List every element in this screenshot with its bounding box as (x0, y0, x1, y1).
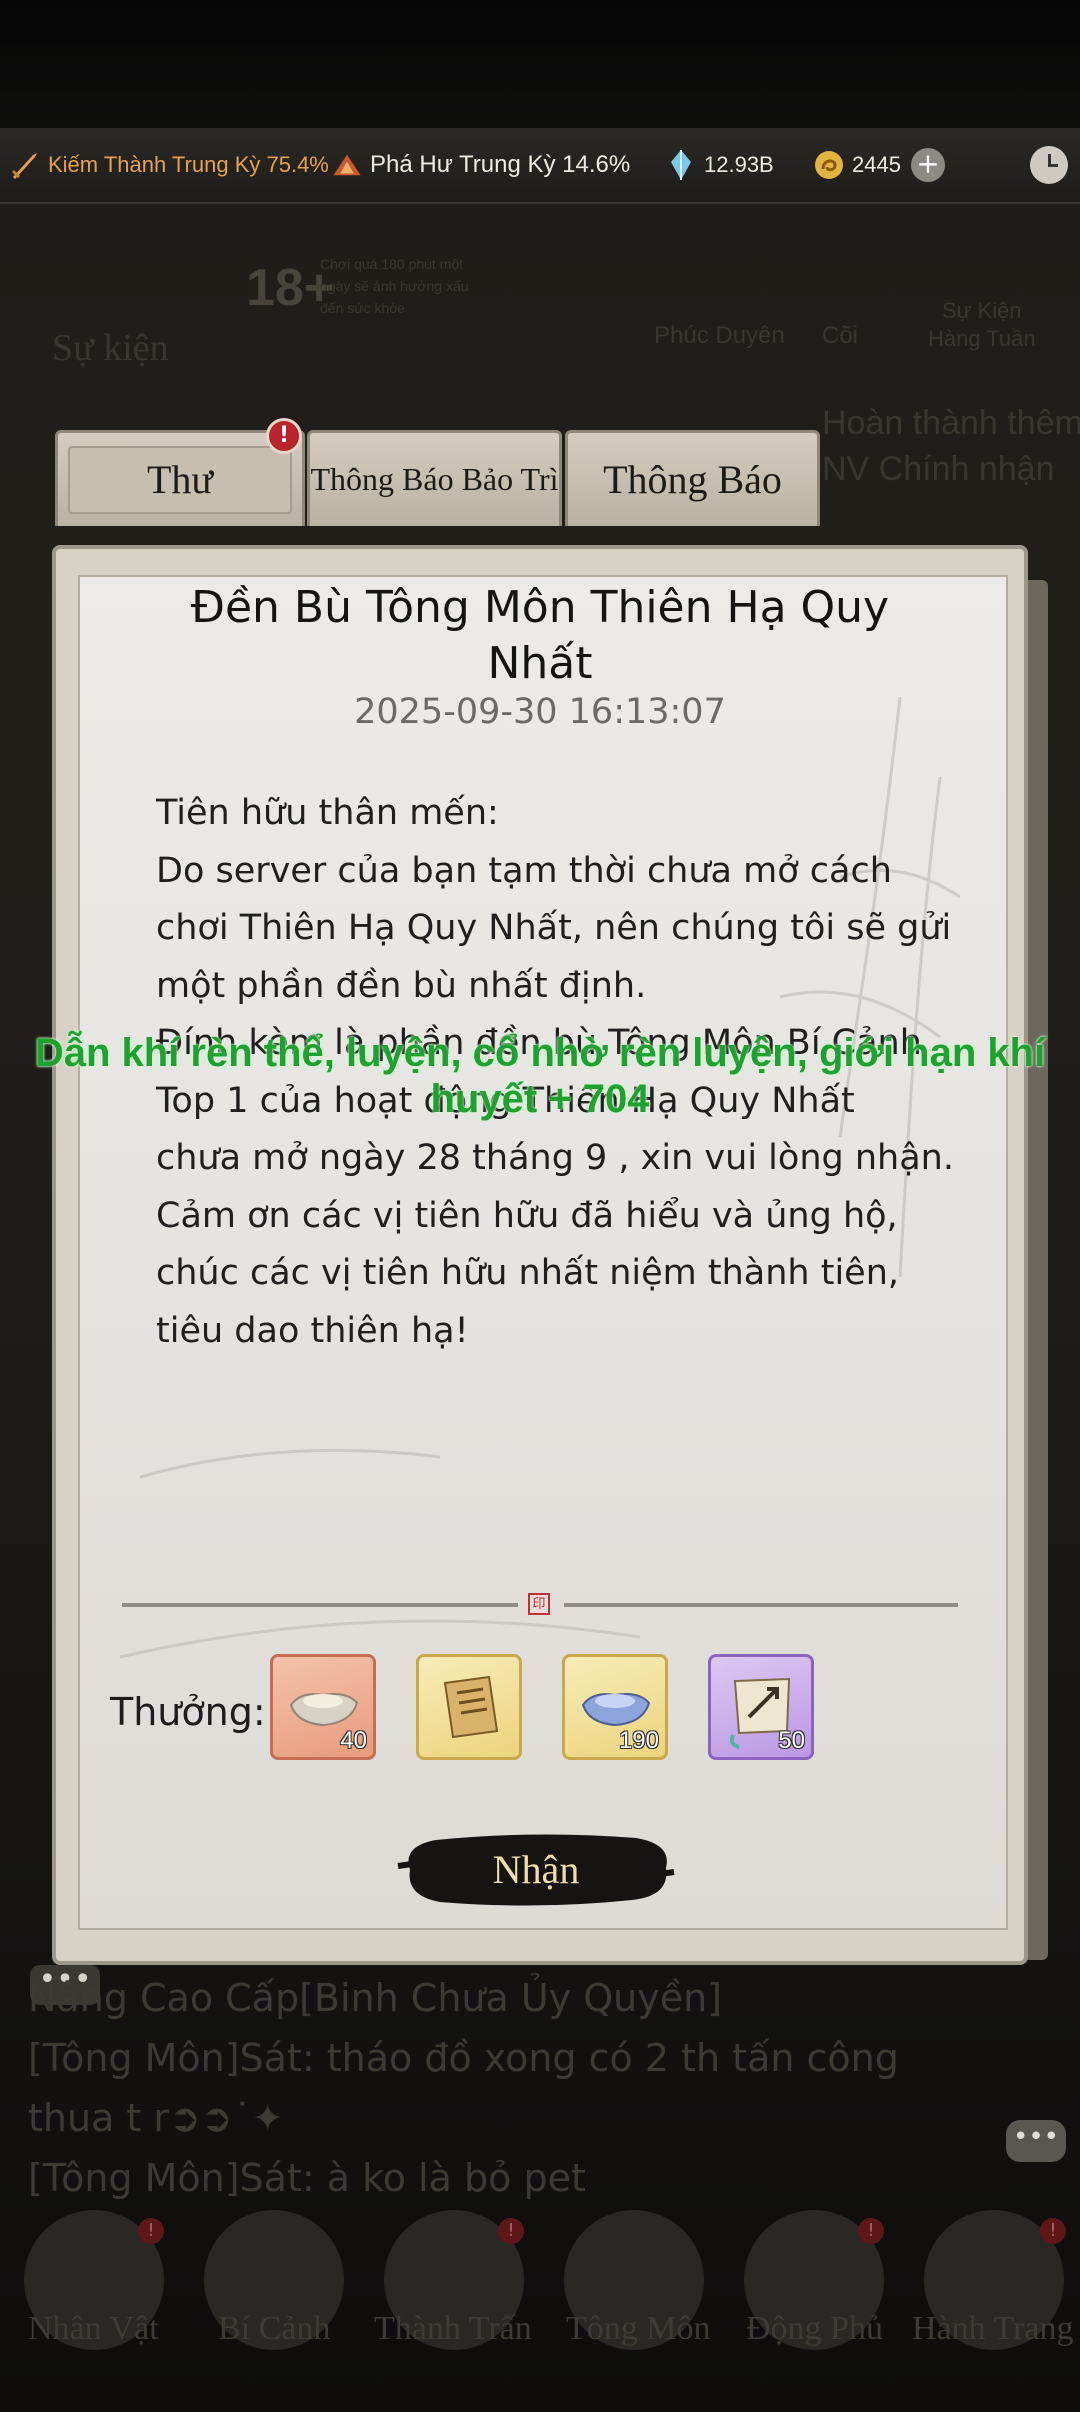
seal-icon: 印 (528, 1593, 550, 1615)
mail-body-line: Cảm ơn các vị tiên hữu đã hiểu và ủng hộ… (156, 1195, 898, 1236)
mail-title: Đền Bù Tông Môn Thiên Hạ Quy Nhất (130, 580, 950, 692)
mail-body-line: chúc các vị tiên hữu nhất niệm thành tiê… (156, 1253, 900, 1293)
nav-character[interactable]: Nhân Vật (28, 2310, 159, 2348)
age-notice-1: Chơi quá 180 phút một (320, 256, 464, 272)
unread-badge: ! (266, 418, 302, 454)
cultivation-realm: Phá Hư Trung Kỳ 14.6% (330, 128, 630, 202)
mail-body-line: chơi Thiên Hạ Quy Nhất, nên chúng tôi sẽ… (156, 908, 952, 948)
reward-qty: 40 (340, 1727, 367, 1754)
divider-right (564, 1603, 958, 1607)
nav-inventory[interactable]: Hành Trang (912, 2310, 1074, 2348)
mail-body-line: chưa mở ngày 28 tháng 9 , xin vui lòng n… (156, 1138, 954, 1178)
nav-badge: ! (498, 2218, 524, 2244)
mail-body-line: Do server của bạn tạm thời chưa mở cách (156, 850, 892, 891)
crystal-icon (664, 148, 698, 182)
sword-realm-text: Kiếm Thành Trung Kỳ 75.4% (48, 152, 329, 177)
mail-body-line: Tiên hữu thân mến: (156, 793, 499, 833)
reward-item-fan-token[interactable]: 50 (708, 1654, 814, 1760)
clock-icon[interactable] (1030, 146, 1068, 184)
scroll-icon (443, 1675, 499, 1739)
chat-line: Nâng Cao Cấp[Binh Chưa Ủy Quyền] (28, 1976, 723, 2020)
age-notice-3: đến sức khỏe (320, 300, 405, 316)
floating-message-line2: huyết + 704 (430, 1077, 650, 1121)
quest-hint-2[interactable]: NV Chính nhận (822, 450, 1055, 489)
claim-button-label: Nhận (492, 1846, 580, 1892)
nav-sect[interactable]: Tông Môn (566, 2310, 711, 2348)
coin-amount: 2445 (852, 152, 901, 177)
reward-qty: 50 (778, 1727, 805, 1754)
nav-town[interactable]: Thành Trấn (374, 2310, 532, 2348)
crystal-counter: 12.93B (664, 128, 774, 202)
nav-badge: ! (1040, 2218, 1066, 2244)
resource-bar: Kiếm Thành Trung Kỳ 75.4% Phá Hư Trung K… (0, 128, 1080, 204)
add-coin-button[interactable]: + (910, 148, 945, 182)
icon-phuc-duyen[interactable]: Phúc Duyên (654, 322, 785, 350)
realm-text: Phá Hư Trung Kỳ 14.6% (370, 151, 631, 178)
mail-title-line1: Đền Bù Tông Môn Thiên Hạ Quy (190, 582, 890, 633)
nav-badge: ! (858, 2218, 884, 2244)
icon-weekly-1[interactable]: Sự Kiện (942, 298, 1022, 324)
divider-left (122, 1603, 518, 1607)
mail-body-line: tiêu dao thiên hạ! (156, 1310, 469, 1351)
reward-item-blue-ingot[interactable]: 190 (562, 1654, 668, 1760)
chat-line: thua t r➲➲˙✦ (28, 2096, 284, 2140)
floating-buff-message: Dẫn khí rèn thể, luyện, cổ nhờ rèn luyện… (20, 1030, 1060, 1122)
sword-realm: Kiếm Thành Trung Kỳ 75.4% (8, 128, 329, 202)
tab-maintenance[interactable]: Thông Báo Bảo Trì (307, 430, 562, 526)
chat-open-button[interactable]: ••• (1006, 2120, 1066, 2162)
mail-body-line: một phần đền bù nhất định. (156, 965, 647, 1006)
nav-cave[interactable]: Động Phủ (746, 2310, 883, 2348)
icon-coi[interactable]: Cõi (822, 322, 858, 350)
claim-button[interactable]: Nhận (396, 1826, 676, 1912)
icon-weekly-2[interactable]: Hàng Tuần (928, 326, 1036, 352)
reward-item-silver-ingot[interactable]: 40 (270, 1654, 376, 1760)
coin-icon (812, 148, 846, 182)
reward-qty: 190 (618, 1727, 659, 1754)
mail-date: 2025-09-30 16:13:07 (354, 692, 726, 732)
tab-mail-label: Thư (68, 445, 292, 514)
nav-badge: ! (138, 2218, 164, 2244)
realm-icon (330, 148, 364, 182)
floating-message-line1: Dẫn khí rèn thể, luyện, cổ nhờ rèn luyện… (34, 1031, 1046, 1075)
age-notice-2: ngày sẽ ảnh hưởng xấu (320, 278, 469, 294)
crystal-amount: 12.93B (704, 152, 774, 177)
chat-line: [Tông Môn]Sát: tháo đồ xong có 2 th tấn … (28, 2036, 899, 2080)
reward-item-scroll[interactable] (416, 1654, 522, 1760)
tab-notice[interactable]: Thông Báo (565, 430, 820, 526)
coin-counter: 2445 + (812, 128, 945, 202)
sword-icon (8, 148, 42, 182)
event-label[interactable]: Sự kiện (52, 326, 169, 370)
quest-hint-1[interactable]: Hoàn thành thêm 8 (822, 404, 1080, 443)
nav-secret-realm[interactable]: Bí Cảnh (218, 2310, 330, 2348)
chat-line: [Tông Môn]Sát: à ko là bỏ pet (28, 2156, 586, 2200)
reward-label: Thưởng: (110, 1690, 266, 1734)
mail-title-line2: Nhất (487, 638, 593, 689)
